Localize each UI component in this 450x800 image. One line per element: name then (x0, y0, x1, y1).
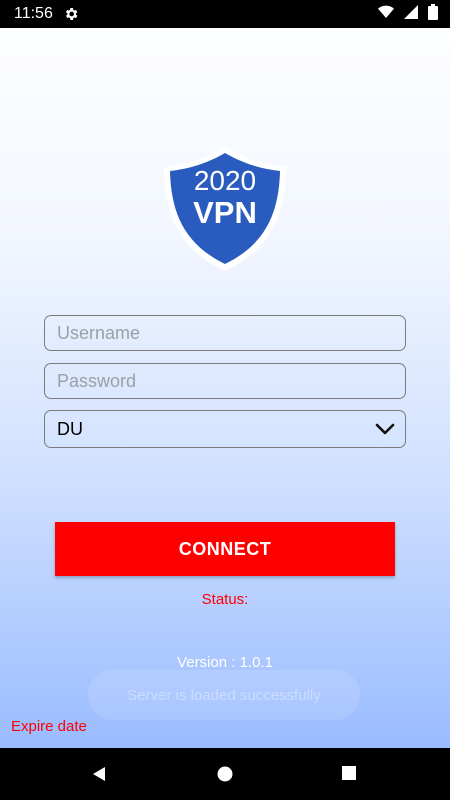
logo-name: VPN (193, 195, 257, 230)
expire-date-text: Expire date (11, 718, 87, 735)
status-time: 11:56 (14, 5, 53, 22)
server-select-value: DU (57, 418, 83, 439)
toast-message: Server is loaded successfully (88, 670, 360, 720)
version-text: Version : 1.0.1 (177, 654, 273, 671)
battery-icon (428, 3, 438, 25)
gear-icon (63, 6, 79, 22)
app-screen: 11:56 2020 VPN DU (0, 0, 450, 800)
wifi-icon (378, 5, 394, 24)
back-icon[interactable] (90, 765, 108, 783)
toast-text: Server is loaded successfully (127, 686, 321, 704)
vpn-logo: 2020 VPN (160, 145, 290, 273)
password-input[interactable] (44, 363, 406, 399)
status-text: Status: (201, 591, 249, 608)
chevron-down-icon (375, 422, 395, 436)
logo-year: 2020 (194, 165, 256, 196)
signal-icon (404, 4, 418, 24)
status-bar: 11:56 (0, 0, 450, 28)
navigation-bar (0, 748, 450, 800)
username-input[interactable] (44, 315, 406, 351)
server-select[interactable]: DU (44, 410, 406, 448)
home-icon[interactable] (216, 765, 234, 783)
recents-icon[interactable] (341, 765, 357, 781)
connect-button[interactable]: CONNECT (55, 522, 395, 576)
